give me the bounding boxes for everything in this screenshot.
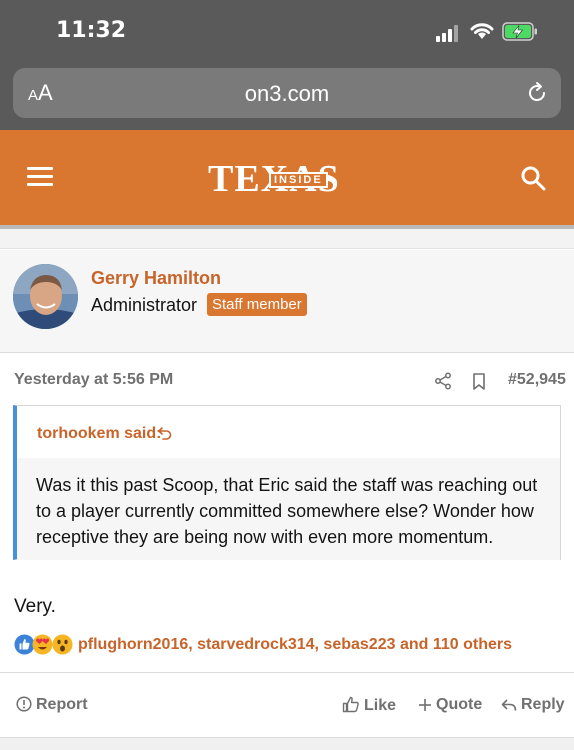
report-icon bbox=[16, 696, 32, 712]
post-action-bar: Report Like Quote Reply bbox=[0, 673, 574, 737]
author-name-link[interactable]: Gerry Hamilton bbox=[91, 268, 221, 289]
reaction-users-link[interactable]: pflughorn2016, starvedrock314, sebas223 … bbox=[78, 636, 512, 654]
url-text[interactable]: on3.com bbox=[13, 81, 561, 107]
report-button[interactable]: Report bbox=[16, 696, 88, 714]
logo-sub-text: INSIDE bbox=[269, 172, 328, 188]
share-icon[interactable] bbox=[434, 372, 452, 390]
report-label: Report bbox=[36, 696, 88, 713]
like-label: Like bbox=[364, 697, 397, 714]
address-bar[interactable]: AA on3.com bbox=[13, 68, 561, 118]
staff-badge: Staff member bbox=[207, 293, 307, 316]
like-button[interactable]: Like bbox=[342, 696, 396, 715]
reply-button[interactable]: Reply bbox=[501, 696, 565, 714]
wow-reaction-icon bbox=[52, 634, 73, 655]
author-role: Administrator bbox=[91, 295, 198, 315]
plus-icon bbox=[419, 699, 431, 711]
quote-block: torhookem said: Was it this past Scoop, … bbox=[13, 405, 561, 560]
reply-label: Reply bbox=[521, 696, 565, 713]
reply-icon bbox=[501, 699, 517, 711]
thumbs-up-icon bbox=[342, 696, 359, 713]
status-time: 11:32 bbox=[56, 18, 127, 43]
browser-toolbar: AA on3.com bbox=[0, 64, 574, 130]
site-header: TEXAS INSIDE bbox=[0, 130, 574, 229]
cellular-signal-icon bbox=[436, 24, 462, 42]
quote-button[interactable]: Quote bbox=[418, 696, 482, 714]
quote-header: torhookem said: bbox=[17, 406, 560, 458]
jump-to-quote-icon[interactable] bbox=[157, 425, 173, 441]
bottom-band bbox=[0, 737, 574, 750]
hamburger-menu-icon[interactable] bbox=[27, 167, 53, 187]
status-bar: 11:32 bbox=[0, 0, 574, 64]
search-icon[interactable] bbox=[520, 165, 546, 191]
reactions-bar[interactable]: pflughorn2016, starvedrock314, sebas223 … bbox=[14, 633, 564, 657]
battery-charging-icon bbox=[502, 22, 537, 41]
section-gap bbox=[0, 229, 574, 249]
bookmark-icon[interactable] bbox=[472, 373, 486, 390]
love-reaction-icon bbox=[32, 634, 53, 655]
post-body-text: Very. bbox=[14, 596, 56, 617]
texas-inside-logo[interactable]: TEXAS INSIDE bbox=[208, 159, 378, 199]
quote-label: Quote bbox=[436, 696, 483, 713]
avatar[interactable] bbox=[13, 264, 78, 329]
post-meta: Yesterday at 5:56 PM #52,945 bbox=[0, 353, 574, 405]
quote-text: Was it this past Scoop, that Eric said t… bbox=[17, 458, 560, 560]
post-author-block: Gerry Hamilton Administrator Staff membe… bbox=[0, 250, 574, 353]
wifi-icon bbox=[470, 23, 494, 39]
quote-author-link[interactable]: torhookem said: bbox=[37, 425, 161, 443]
post-number-link[interactable]: #52,945 bbox=[508, 371, 566, 389]
reload-icon[interactable] bbox=[525, 81, 549, 105]
post-date-link[interactable]: Yesterday at 5:56 PM bbox=[14, 371, 173, 389]
